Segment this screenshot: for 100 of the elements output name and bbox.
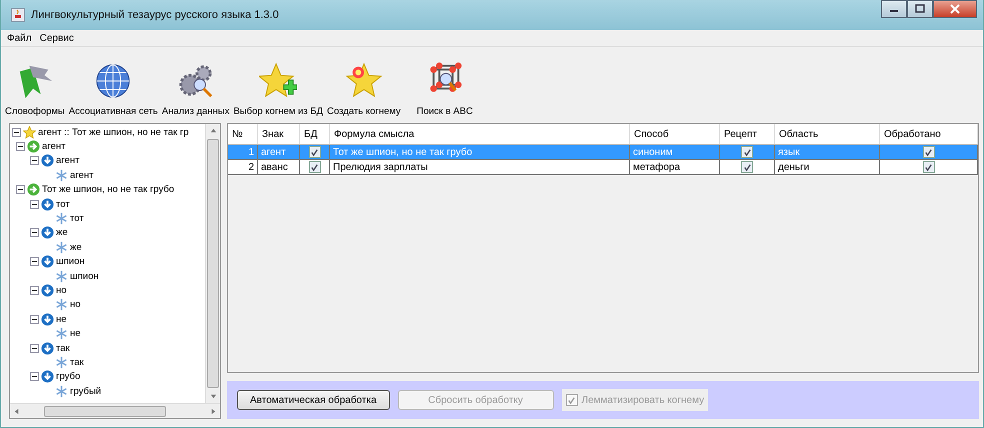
down-arrow-icon — [41, 370, 54, 384]
horizontal-scrollbar[interactable] — [10, 403, 220, 418]
collapse-toggle[interactable] — [30, 286, 39, 295]
tree-item[interactable]: агент :: Тот же шпион, но не так гр — [38, 126, 189, 138]
table-cell: 1 — [228, 145, 258, 159]
snowflake-icon — [55, 384, 68, 398]
tree-item[interactable]: грубый — [70, 386, 102, 397]
star-plus-icon — [259, 62, 298, 100]
down-arrow-icon — [41, 255, 54, 268]
collapse-toggle[interactable] — [16, 185, 25, 194]
snowflake-icon — [55, 212, 68, 226]
snowflake-icon — [55, 327, 68, 340]
close-icon — [950, 4, 960, 14]
tree-item[interactable]: Тот же шпион, но не так грубо — [42, 184, 174, 196]
table-cell: язык — [775, 145, 880, 159]
down-arrow-icon — [41, 226, 54, 240]
tree-item[interactable]: же — [56, 227, 68, 238]
down-arrow-icon — [41, 284, 54, 297]
toolbar-button[interactable]: Словоформы — [3, 62, 67, 117]
maximize-button[interactable] — [907, 0, 933, 18]
window-title: Лингвокультурный тезаурус русского языка 1.3.0 — [31, 9, 280, 21]
column-header[interactable]: Способ — [630, 124, 720, 144]
tree-item[interactable]: грубо — [56, 371, 80, 382]
snowflake-icon — [55, 298, 68, 312]
table-cell: 2 — [228, 160, 258, 174]
star-burst-icon — [344, 62, 383, 100]
checkbox[interactable] — [922, 161, 934, 173]
right-arrow-icon — [27, 140, 40, 154]
toolbar-button[interactable]: Выбор когнем из БД — [231, 62, 325, 117]
maximize-icon — [915, 4, 925, 14]
tree-item[interactable]: так — [56, 342, 70, 354]
table-cell: метафора — [630, 160, 720, 174]
table-row[interactable]: 2 аванс Прелюдия зарплаты метафора деньги — [228, 160, 978, 175]
column-header[interactable]: Знак — [258, 124, 300, 144]
down-arrow-icon — [41, 198, 54, 211]
tree-item[interactable]: так — [70, 356, 84, 368]
right-arrow-icon — [210, 408, 217, 414]
tree-item[interactable]: агент — [70, 170, 94, 181]
snowflake-icon — [55, 270, 68, 283]
checkbox[interactable] — [741, 146, 753, 158]
collapse-toggle[interactable] — [30, 314, 39, 324]
table-cell: Прелюдия зарплаты — [330, 160, 630, 174]
star-icon — [23, 126, 36, 139]
collapse-toggle[interactable] — [30, 372, 39, 382]
tree-item[interactable]: шпион — [70, 270, 99, 282]
down-arrow-icon — [41, 154, 54, 168]
tree-item[interactable]: же — [70, 242, 82, 253]
toolbar-button[interactable]: Поиск в ABC — [414, 62, 475, 117]
collapse-toggle[interactable] — [30, 200, 39, 209]
vertical-scrollbar[interactable] — [205, 124, 220, 403]
toolbar-button[interactable]: Создать когнему — [324, 62, 403, 117]
column-header[interactable]: Область — [775, 124, 880, 144]
snowflake-icon — [55, 168, 68, 182]
tree-item[interactable]: тот — [70, 213, 84, 224]
column-header[interactable]: Обработано — [880, 124, 978, 144]
table-cell: аванс — [258, 160, 300, 174]
down-arrow-icon — [41, 312, 54, 326]
right-arrow-icon — [27, 183, 40, 196]
collapse-toggle[interactable] — [16, 142, 25, 152]
down-arrow-icon — [210, 393, 216, 400]
checkbox[interactable] — [922, 146, 934, 158]
toolbar-button[interactable]: Анализ данных — [160, 62, 232, 117]
table-cell: деньги — [775, 160, 880, 174]
collapse-toggle[interactable] — [30, 156, 39, 166]
cup-icon — [11, 8, 25, 22]
tree-item[interactable]: но — [56, 284, 67, 296]
up-arrow-icon — [210, 127, 216, 134]
column-header[interactable]: Рецепт — [720, 124, 775, 144]
column-header[interactable]: Формула смысла — [330, 124, 630, 144]
menu-item[interactable]: Сервис — [40, 32, 74, 44]
close-button[interactable] — [933, 0, 977, 18]
table-cell: Тот же шпион, но не так грубо — [330, 145, 630, 159]
tree-item[interactable]: агент — [56, 155, 80, 166]
auto-process-button[interactable]: Автоматическая обработка — [237, 390, 390, 410]
checkbox[interactable] — [741, 161, 753, 173]
checkbox[interactable] — [308, 146, 320, 158]
toolbar-button[interactable]: Ассоциативная сеть — [66, 62, 160, 117]
snowflake-icon — [55, 240, 68, 254]
globe-icon — [94, 62, 132, 100]
table-cell: синоним — [630, 145, 720, 159]
checkmark-icon — [567, 396, 576, 404]
collapse-toggle[interactable] — [30, 228, 39, 238]
column-header[interactable]: № — [228, 124, 258, 144]
down-arrow-icon — [41, 342, 54, 355]
tree-item[interactable]: но — [70, 299, 81, 310]
collapse-toggle[interactable] — [30, 344, 39, 353]
collapse-toggle[interactable] — [12, 128, 21, 137]
tree-item[interactable]: тот — [56, 198, 70, 210]
snowflake-icon — [55, 356, 68, 369]
menu-item[interactable]: Файл — [7, 32, 32, 44]
minimize-button[interactable] — [881, 0, 907, 18]
tree-item[interactable]: шпион — [56, 256, 85, 268]
tree-item[interactable]: не — [70, 328, 81, 340]
table-cell: агент — [258, 145, 300, 159]
collapse-toggle[interactable] — [30, 257, 39, 266]
tree-item[interactable]: агент — [42, 141, 66, 152]
tree-item[interactable]: не — [56, 314, 67, 325]
column-header[interactable]: БД — [300, 124, 330, 144]
checkbox[interactable] — [308, 161, 320, 173]
left-arrow-icon — [13, 408, 20, 414]
